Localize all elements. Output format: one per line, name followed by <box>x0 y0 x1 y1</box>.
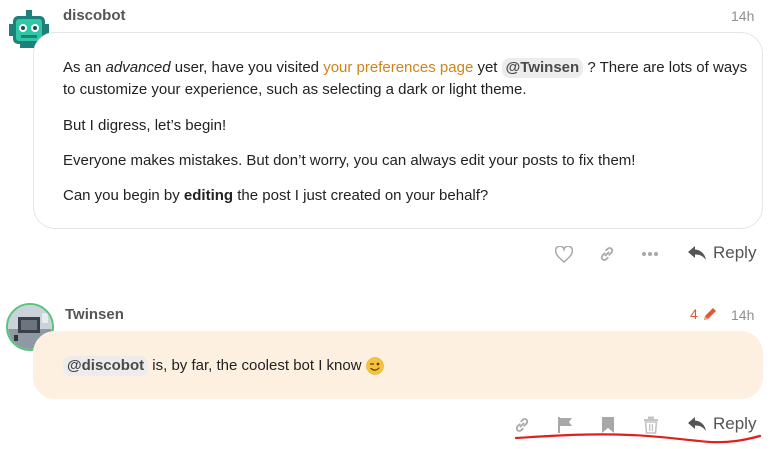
edit-count: 4 <box>690 306 698 322</box>
more-dots-icon[interactable] <box>640 244 660 264</box>
post-paragraph: But I digress, let’s begin! <box>63 117 227 134</box>
post-paragraph: Can you begin by editing the post I just… <box>63 187 489 204</box>
red-underline-annotation <box>514 433 762 444</box>
mention-twinsen[interactable]: @Twinsen <box>501 58 584 78</box>
post-paragraph: As an advanced user, have you visited yo… <box>63 58 748 98</box>
post-paragraph: @discobot is, by far, the coolest bot I … <box>63 355 753 377</box>
mention-discobot[interactable]: @discobot <box>63 356 149 376</box>
reply-arrow-icon <box>688 246 706 260</box>
reply-label: Reply <box>713 243 757 262</box>
post-author-name[interactable]: Twinsen <box>65 306 124 323</box>
link-icon[interactable] <box>597 244 617 264</box>
post-time[interactable]: 14h <box>731 307 754 323</box>
wink-emoji <box>366 357 384 375</box>
preferences-link[interactable]: your preferences page <box>323 59 473 76</box>
reply-button[interactable]: Reply <box>687 243 756 263</box>
heart-icon[interactable] <box>554 244 574 264</box>
post-author-name[interactable]: discobot <box>63 7 126 24</box>
edit-history-button[interactable]: 4 <box>690 306 718 322</box>
post-time[interactable]: 14h <box>731 8 754 24</box>
post-paragraph: Everyone makes mistakes. But don’t worry… <box>63 152 636 169</box>
pencil-icon <box>703 308 716 320</box>
